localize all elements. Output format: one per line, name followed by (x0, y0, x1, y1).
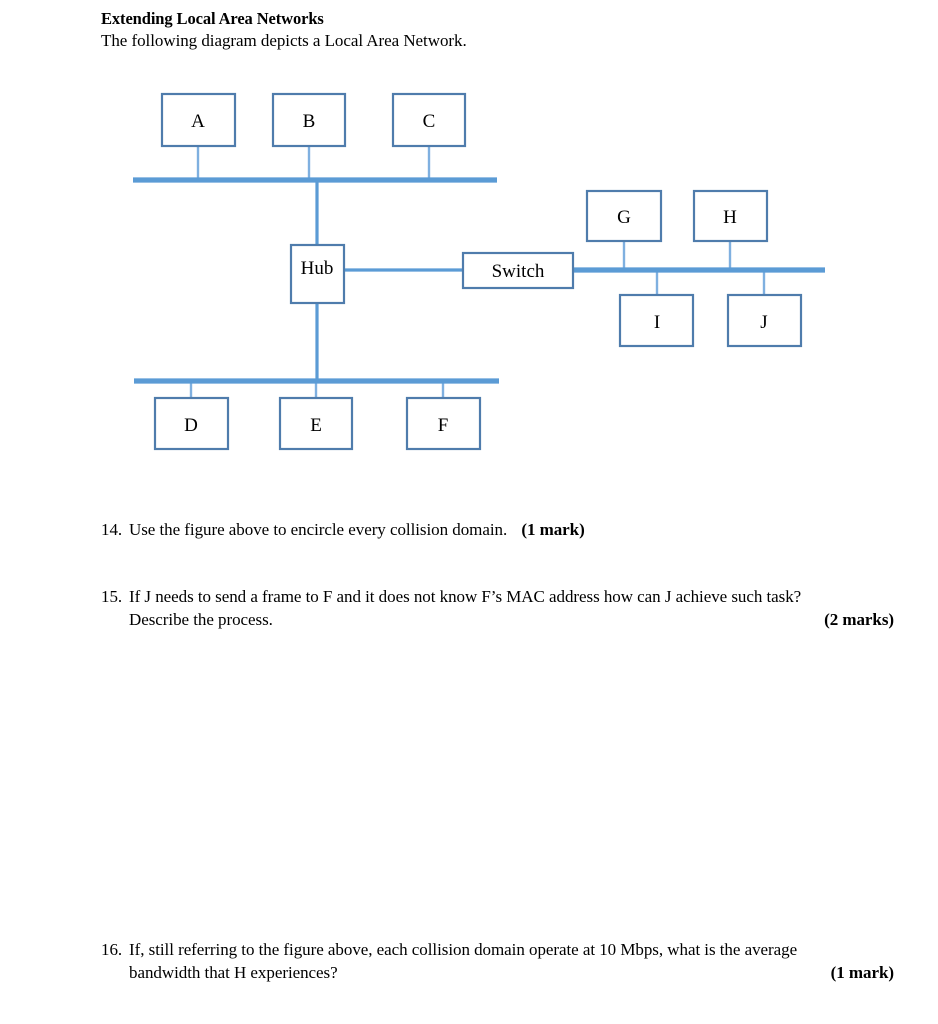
question-15-number: 15. (101, 587, 123, 606)
question-14-body: Use the figure above to encircle every c… (129, 518, 891, 541)
question-15-line-2-text: Describe the process. (129, 610, 273, 629)
question-15-body: If J needs to send a frame to F and it d… (129, 585, 894, 631)
local-area-network-diagram: A B C Hub Switch G H I J D E F (0, 0, 938, 500)
question-16: 16. If, still referring to the figure ab… (101, 938, 894, 984)
question-14-text: Use the figure above to encircle every c… (129, 520, 508, 539)
node-label-c: C (423, 111, 436, 132)
node-label-a: A (191, 111, 205, 132)
node-label-i: I (654, 312, 660, 333)
node-label-g: G (617, 207, 631, 228)
question-14-marks: (1 mark) (521, 520, 585, 539)
question-16-line-1: If, still referring to the figure above,… (129, 940, 798, 959)
question-16-number: 16. (101, 940, 123, 959)
question-15-line-1: If J needs to send a frame to F and it d… (129, 587, 802, 606)
node-label-f: F (438, 415, 449, 436)
question-15: 15. If J needs to send a frame to F and … (101, 585, 894, 631)
question-15-marks: (2 marks) (824, 610, 894, 629)
question-14-number: 14. (101, 520, 123, 539)
question-16-body: If, still referring to the figure above,… (129, 938, 894, 984)
node-label-b: B (303, 111, 316, 132)
node-label-e: E (310, 415, 322, 436)
question-15-line-2: (2 marks) Describe the process. (129, 608, 894, 631)
question-16-line-2-text: bandwidth that H experiences? (129, 963, 338, 982)
document-page: Extending Local Area Networks The follow… (0, 0, 938, 1024)
node-label-j: J (760, 312, 767, 333)
question-16-marks: (1 mark) (830, 963, 894, 982)
node-label-d: D (184, 415, 198, 436)
node-label-h: H (723, 207, 737, 228)
question-14: 14. Use the figure above to encircle eve… (101, 518, 891, 541)
node-label-hub: Hub (301, 258, 334, 279)
node-label-switch: Switch (492, 261, 545, 282)
question-16-line-2: (1 mark) bandwidth that H experiences? (129, 961, 894, 984)
